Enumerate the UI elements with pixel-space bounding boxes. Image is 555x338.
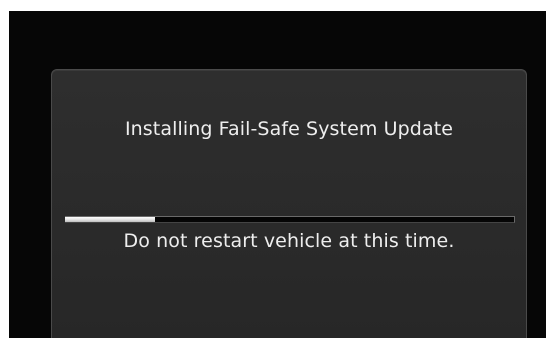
update-progress-bar bbox=[65, 216, 515, 223]
update-warning-message: Do not restart vehicle at this time. bbox=[123, 230, 455, 252]
update-progress-fill bbox=[65, 217, 155, 222]
update-dialog: Installing Fail-Safe System Update Do no… bbox=[51, 69, 527, 338]
update-title: Installing Fail-Safe System Update bbox=[124, 118, 454, 140]
